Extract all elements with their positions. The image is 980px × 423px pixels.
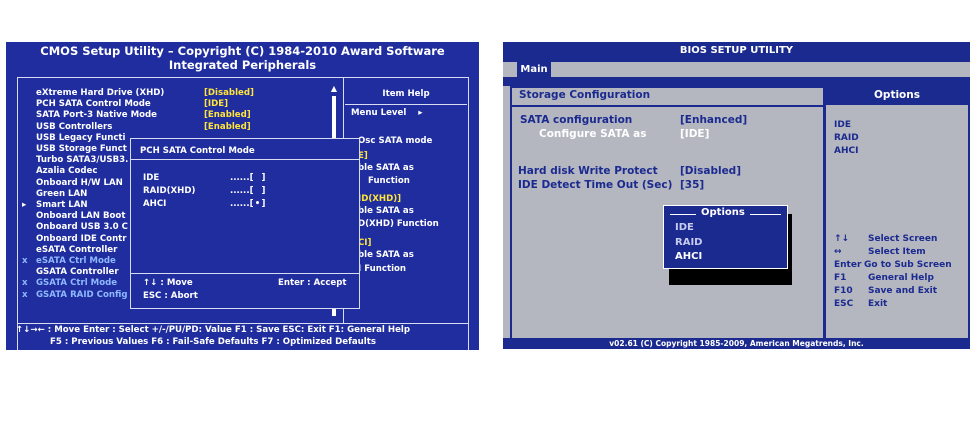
- dialog-accept-hint: Enter : Accept: [278, 278, 347, 288]
- sata-configuration-label[interactable]: SATA configuration: [520, 114, 632, 126]
- award-bios-screen: CMOS Setup Utility – Copyright (C) 1984-…: [6, 42, 479, 350]
- award-footer-defaults: F5 : Previous Values F6 : Fail-Safe Defa…: [50, 337, 376, 347]
- disabled-mark-icon: x: [22, 278, 28, 289]
- award-title: CMOS Setup Utility – Copyright (C) 1984-…: [40, 44, 445, 72]
- menu-level: Menu Level ▸: [351, 108, 423, 118]
- write-protect-value[interactable]: [Disabled]: [680, 165, 741, 177]
- item-help-panel: Item Help Menu Level ▸: [345, 84, 467, 121]
- popup-option-ahci[interactable]: AHCI: [675, 251, 702, 262]
- options-popup: Options IDE RAID AHCI: [663, 205, 788, 269]
- configure-sata-label[interactable]: Configure SATA as: [539, 128, 646, 140]
- list-item[interactable]: USB Controllers: [22, 122, 164, 133]
- xhd-value[interactable]: [Disabled]: [204, 88, 254, 99]
- popup-option-ide[interactable]: IDE: [675, 222, 694, 233]
- popup-option-raid[interactable]: RAID: [675, 237, 702, 248]
- detect-timeout-label[interactable]: IDE Detect Time Out (Sec): [518, 179, 672, 191]
- ami-tab-bar: [503, 77, 970, 86]
- option-ahci[interactable]: AHCI: [143, 198, 166, 210]
- award-value-column: [Disabled] [IDE] [Enabled] [Enabled]: [204, 88, 254, 133]
- disabled-mark-icon: x: [22, 289, 28, 300]
- section-title: Storage Configuration: [519, 89, 651, 101]
- pch-sata-mode-dialog: PCH SATA Control Mode IDE ......[] RAID(…: [130, 138, 360, 309]
- popup-title: Options: [696, 207, 750, 218]
- write-protect-label[interactable]: Hard disk Write Protect: [518, 165, 658, 177]
- dialog-move-hint: ↑↓ : Move: [143, 278, 193, 288]
- key-esc: ESC: [834, 299, 854, 309]
- selected-value: [IDE]: [204, 99, 229, 110]
- ami-bios-screen: BIOS SETUP UTILITY Main Storage Configur…: [503, 42, 970, 349]
- key-f1: F1: [834, 273, 847, 283]
- configure-sata-value[interactable]: [IDE]: [680, 128, 709, 140]
- option-raid[interactable]: RAID(XHD): [143, 185, 195, 197]
- sata-port3-value[interactable]: [Enabled]: [204, 110, 254, 121]
- sata-configuration-value[interactable]: [Enhanced]: [680, 114, 747, 126]
- detect-timeout-value[interactable]: [35]: [680, 179, 704, 191]
- list-item[interactable]: eXtreme Hard Drive (XHD): [22, 88, 164, 99]
- item-help-title: Item Help: [382, 89, 430, 99]
- usb-controllers-value[interactable]: [Enabled]: [204, 122, 254, 133]
- ami-copyright-footer: v02.61 (C) Copyright 1985-2009, American…: [503, 338, 970, 349]
- dialog-title: PCH SATA Control Mode: [140, 146, 255, 156]
- list-item[interactable]: SATA Port-3 Native Mode: [22, 110, 164, 121]
- list-item[interactable]: PCH SATA Control Mode: [22, 99, 164, 110]
- menu-level-arrow-icon: ▸: [418, 108, 423, 118]
- award-footer-divider: [17, 323, 468, 324]
- disabled-mark-icon: x: [22, 256, 28, 267]
- key-f10: F10: [834, 286, 853, 296]
- pch-sata-value[interactable]: [IDE]: [204, 99, 254, 110]
- dialog-abort-hint: ESC : Abort: [143, 291, 198, 301]
- options-help-panel: Options IDE RAID AHCI ↑↓ Select Screen ↔…: [824, 86, 970, 341]
- scroll-up-icon[interactable]: ▲: [330, 84, 338, 94]
- submenu-arrow-icon: ▸: [22, 200, 27, 211]
- radio-selected-icon: •: [254, 199, 261, 209]
- key-left-right: ↔: [834, 247, 842, 257]
- key-up-down: ↑↓: [834, 234, 850, 244]
- tab-main[interactable]: Main: [517, 62, 551, 77]
- key-enter: Enter: [834, 260, 862, 270]
- item-help-text: Osc SATA mode E] ble SATA as Function ID…: [358, 136, 439, 274]
- option-ide[interactable]: IDE: [143, 172, 159, 184]
- award-footer-keys: ↑↓→← : Move Enter : Select +/-/PU/PD: Va…: [16, 325, 410, 335]
- ami-title: BIOS SETUP UTILITY: [679, 45, 794, 56]
- option-ahci-radio[interactable]: ......[•]: [230, 198, 265, 210]
- options-title: Options: [874, 89, 920, 101]
